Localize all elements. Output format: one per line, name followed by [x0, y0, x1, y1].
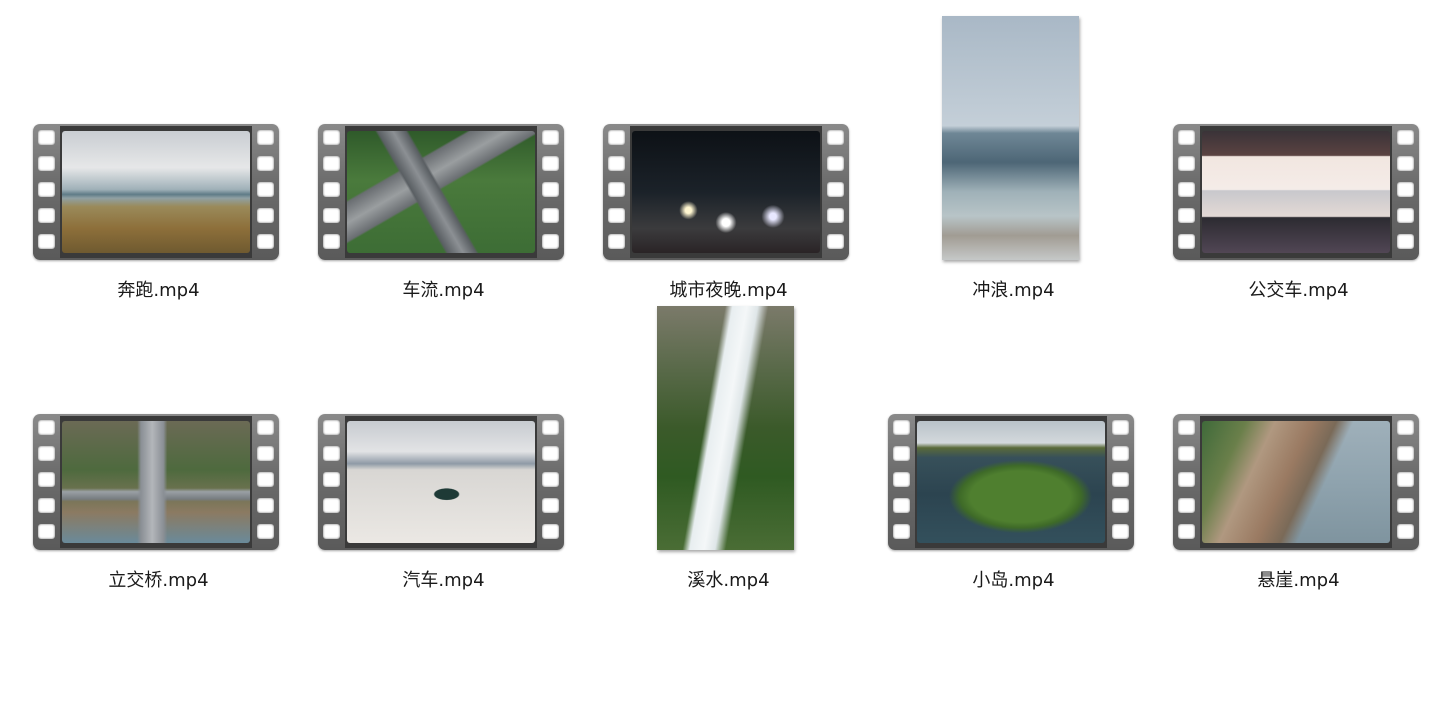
file-item[interactable]: 车流.mp4: [285, 16, 570, 306]
video-preview-image: [347, 131, 535, 253]
file-grid: 奔跑.mp4 车流.mp4 城市夜晚.mp4 冲浪.mp4 公交车.mp4 立交…: [0, 0, 1446, 712]
file-name[interactable]: 立交桥.mp4: [0, 566, 317, 592]
file-name[interactable]: 汽车.mp4: [285, 566, 602, 592]
video-thumbnail[interactable]: [0, 16, 285, 271]
film-strip-icon: [1173, 124, 1419, 260]
video-thumbnail[interactable]: [1140, 306, 1425, 561]
video-preview-image: [62, 421, 250, 543]
file-name[interactable]: 溪水.mp4: [570, 566, 887, 592]
video-thumbnail[interactable]: [1140, 16, 1425, 271]
file-item[interactable]: 公交车.mp4: [1140, 16, 1425, 306]
video-preview-image: [62, 131, 250, 253]
video-preview-image: [657, 306, 794, 550]
video-preview-image: [347, 421, 535, 543]
video-thumbnail[interactable]: [285, 306, 570, 561]
video-thumbnail[interactable]: [0, 306, 285, 561]
video-preview-image: [942, 16, 1079, 260]
video-thumbnail[interactable]: [570, 16, 855, 271]
video-thumbnail[interactable]: [285, 16, 570, 271]
film-strip-icon: [888, 414, 1134, 550]
file-item[interactable]: 悬崖.mp4: [1140, 306, 1425, 596]
film-strip-icon: [318, 414, 564, 550]
video-preview-image: [632, 131, 820, 253]
film-strip-icon: [603, 124, 849, 260]
file-name[interactable]: 悬崖.mp4: [1140, 566, 1446, 592]
file-name[interactable]: 车流.mp4: [285, 276, 602, 302]
file-name[interactable]: 公交车.mp4: [1140, 276, 1446, 302]
video-preview-image: [1202, 421, 1390, 543]
file-item[interactable]: 城市夜晚.mp4: [570, 16, 855, 306]
file-name[interactable]: 城市夜晚.mp4: [570, 276, 887, 302]
file-name[interactable]: 冲浪.mp4: [855, 276, 1172, 302]
file-item[interactable]: 溪水.mp4: [570, 306, 855, 596]
file-item[interactable]: 汽车.mp4: [285, 306, 570, 596]
video-preview-image: [917, 421, 1105, 543]
film-strip-icon: [318, 124, 564, 260]
video-thumbnail[interactable]: [855, 306, 1140, 561]
file-item[interactable]: 奔跑.mp4: [0, 16, 285, 306]
video-thumbnail[interactable]: [855, 16, 1140, 271]
video-preview-image: [1202, 131, 1390, 253]
film-strip-icon: [33, 124, 279, 260]
film-strip-icon: [33, 414, 279, 550]
file-name[interactable]: 奔跑.mp4: [0, 276, 317, 302]
film-strip-icon: [1173, 414, 1419, 550]
video-thumbnail[interactable]: [570, 306, 855, 561]
file-item[interactable]: 冲浪.mp4: [855, 16, 1140, 306]
file-name[interactable]: 小岛.mp4: [855, 566, 1172, 592]
file-item[interactable]: 立交桥.mp4: [0, 306, 285, 596]
file-item[interactable]: 小岛.mp4: [855, 306, 1140, 596]
